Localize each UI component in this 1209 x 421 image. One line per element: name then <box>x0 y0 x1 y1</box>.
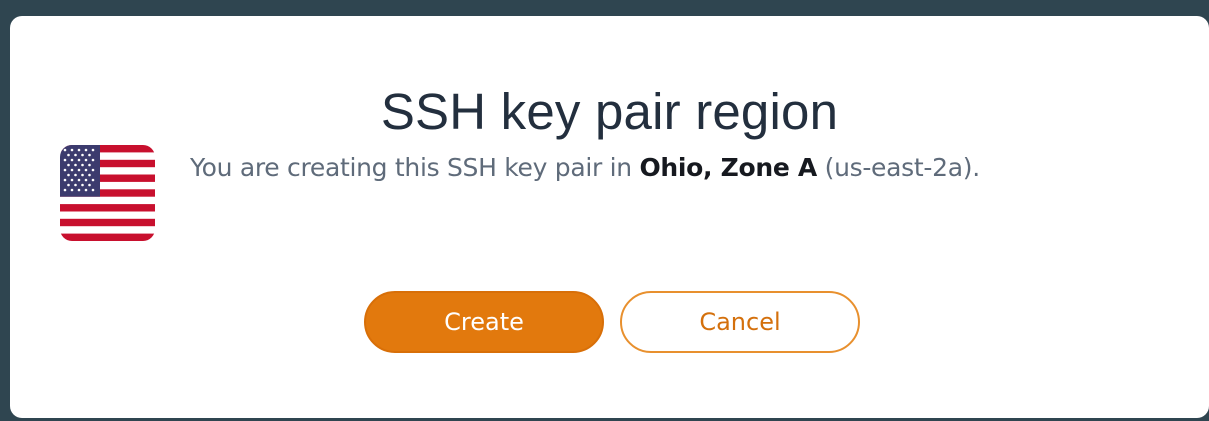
message-suffix: (us-east-2a). <box>816 153 981 182</box>
region-message: You are creating this SSH key pair in Oh… <box>190 153 980 182</box>
us-flag-icon <box>60 145 155 241</box>
message-prefix: You are creating this SSH key pair in <box>190 153 640 182</box>
cancel-button[interactable]: Cancel <box>620 291 860 353</box>
create-button[interactable]: Create <box>364 291 604 353</box>
create-button-label: Create <box>444 308 524 336</box>
cancel-button-label: Cancel <box>699 308 781 336</box>
ssh-key-region-dialog: SSH key pair region You are creating thi… <box>10 16 1209 418</box>
dialog-title: SSH key pair region <box>380 83 839 140</box>
region-name: Ohio, Zone A <box>639 153 817 182</box>
